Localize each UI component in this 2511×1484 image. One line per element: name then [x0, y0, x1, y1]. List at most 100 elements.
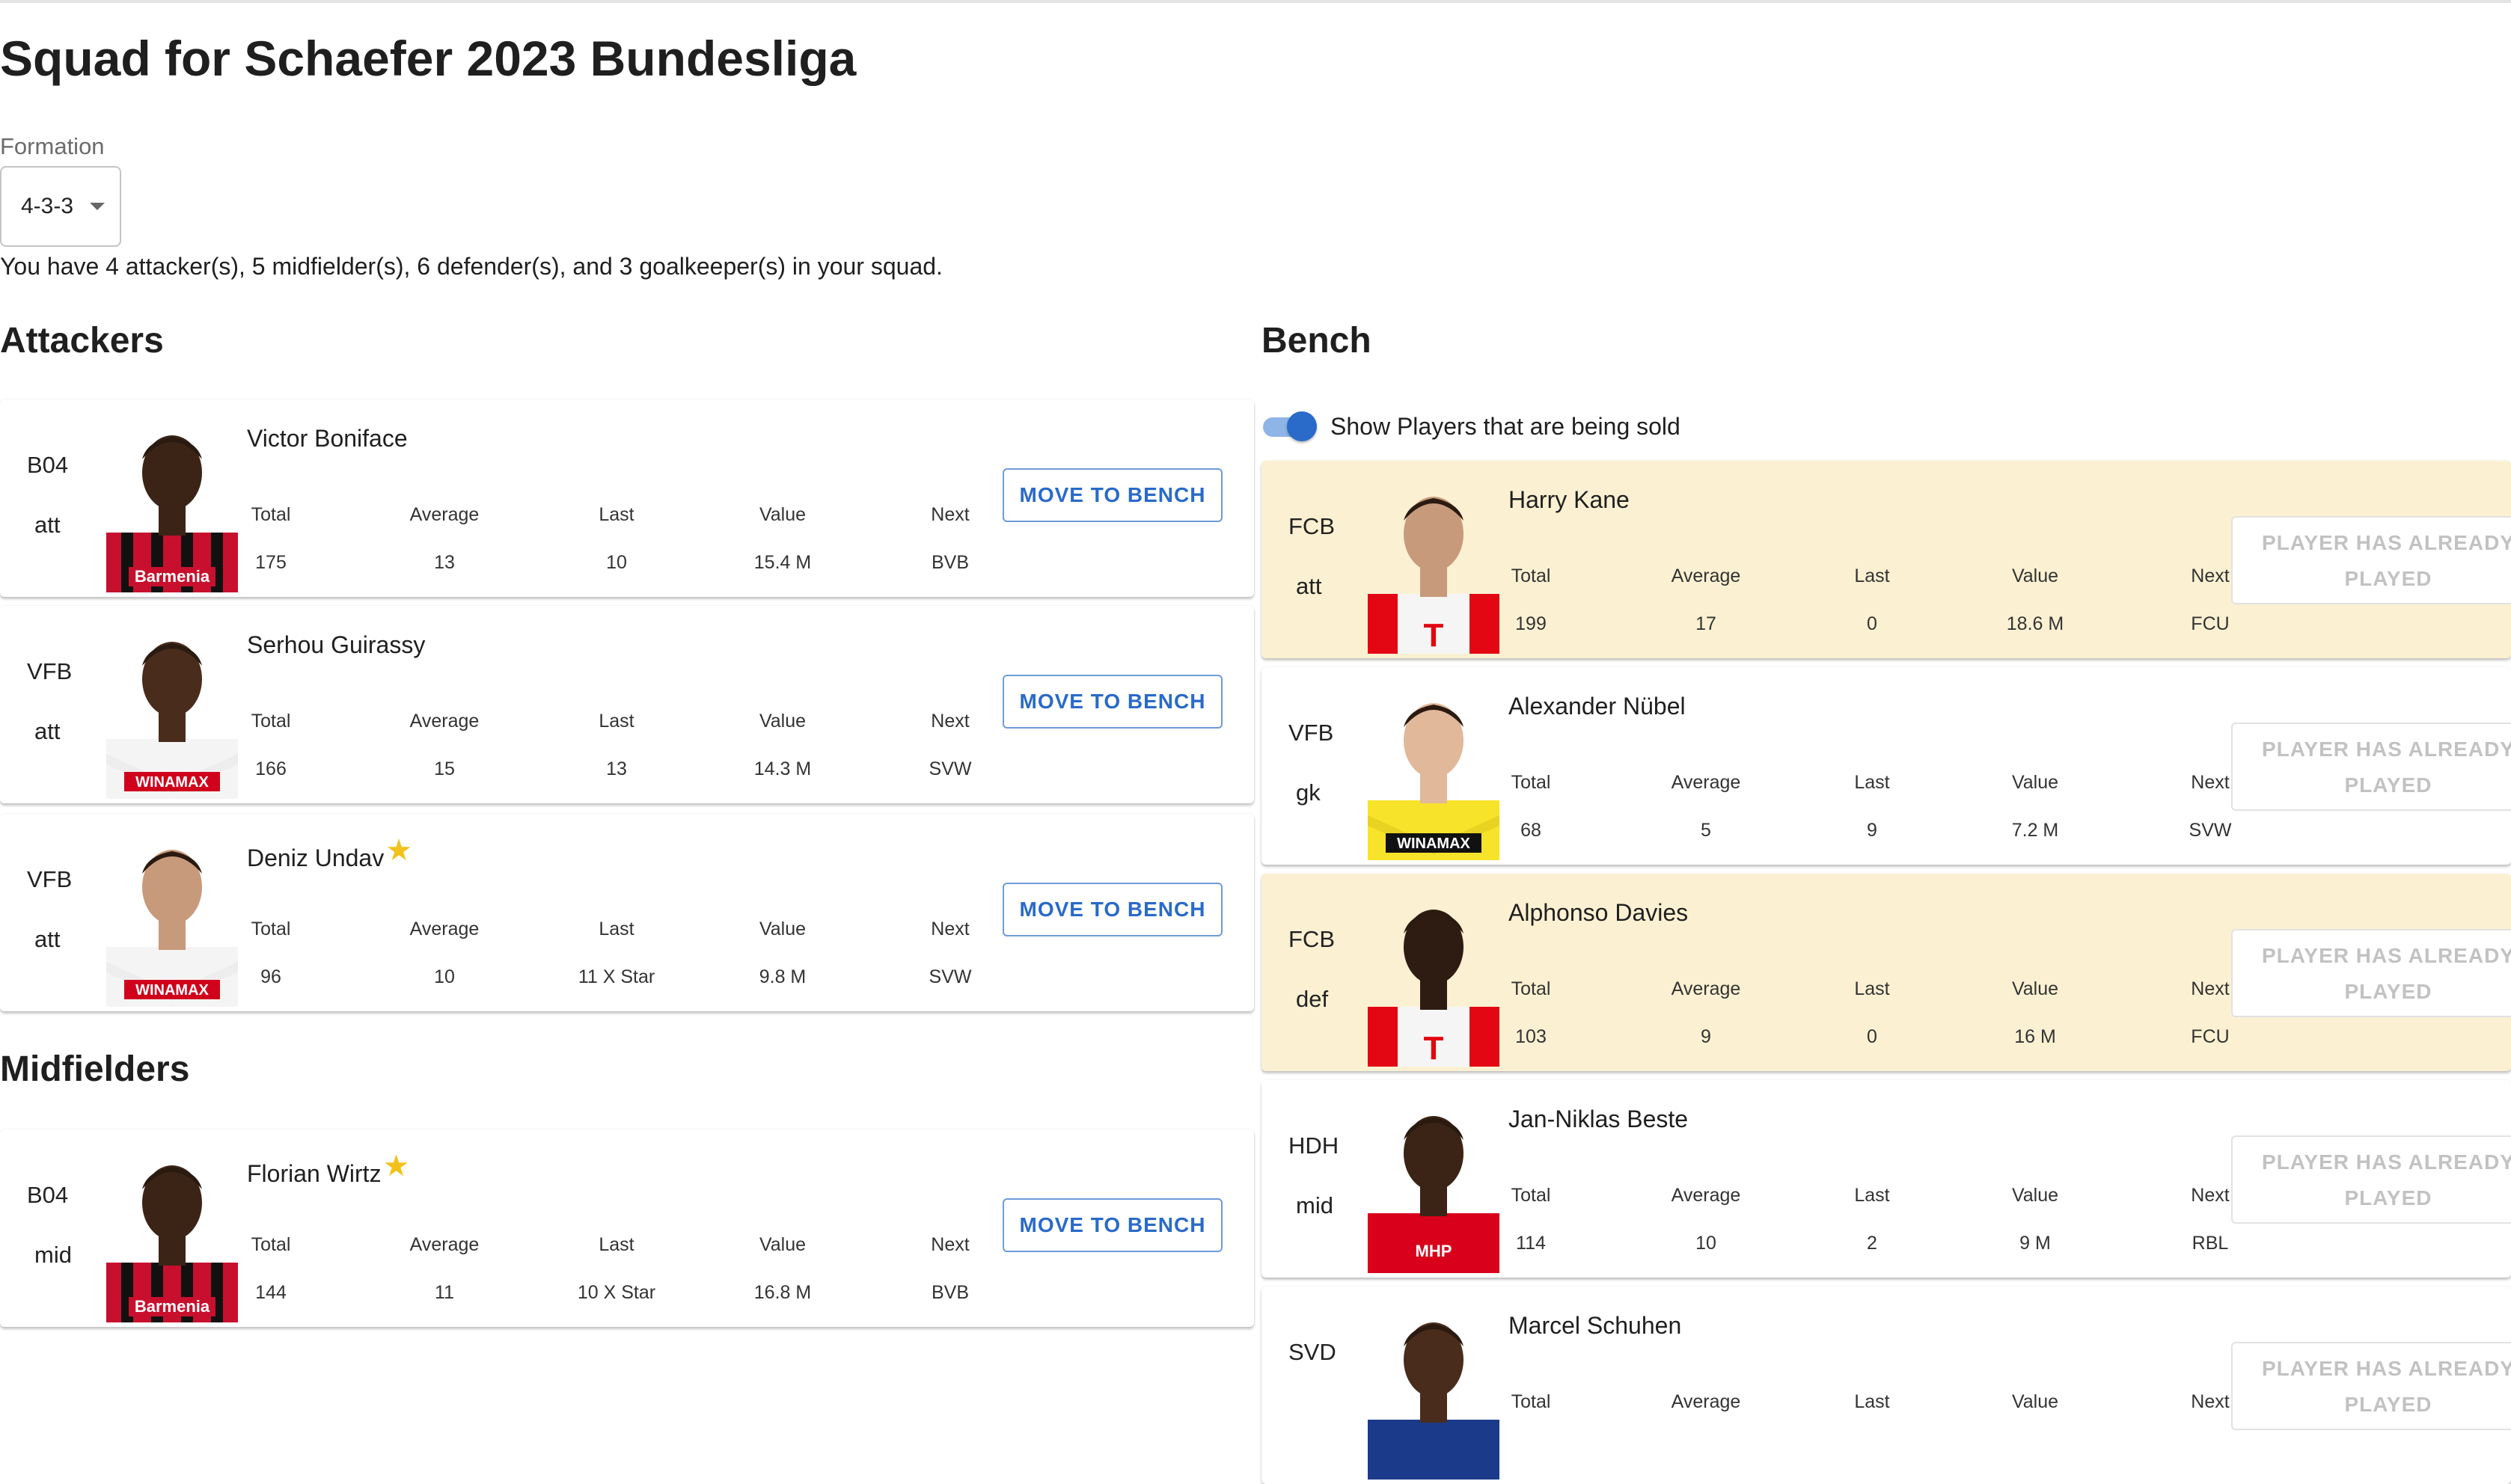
move-to-bench-button[interactable]: MOVE TO BENCH	[1003, 468, 1223, 522]
player-name: Serhou Guirassy	[247, 631, 426, 658]
bench-player-card: FCB att T Harry Kane Total 199 Average 17 Last 0 V…	[1261, 461, 2511, 658]
player-name-line[interactable]: Florian Wirtz★	[247, 1150, 409, 1189]
formation-select[interactable]: 4-3-3	[0, 166, 121, 247]
stat-label-next: Next	[2191, 1185, 2230, 1206]
stat-label-last: Last	[599, 1234, 634, 1255]
stat-value-total: 175	[255, 552, 287, 573]
stat-label-value: Value	[2011, 978, 2059, 999]
club-code: FCB	[1288, 513, 1335, 539]
show-sold-toggle[interactable]	[1261, 411, 1318, 441]
stat-label-next: Next	[931, 504, 970, 525]
player-photo: T	[1368, 482, 1499, 654]
move-to-bench-button[interactable]: MOVE TO BENCH	[1003, 1198, 1223, 1252]
stat-value-last: 10	[606, 552, 627, 573]
move-to-bench-button[interactable]: MOVE TO BENCH	[1003, 675, 1223, 729]
player-name-line[interactable]: Victor Boniface	[247, 425, 408, 453]
position-code: att	[34, 926, 61, 952]
player-name-line[interactable]: Jan-Niklas Beste	[1508, 1106, 1688, 1133]
stat-value-last: 0	[1867, 1026, 1877, 1047]
stat-label-average: Average	[1671, 1185, 1741, 1206]
stat-value-total: 114	[1516, 1233, 1546, 1254]
stat-value-average: 10	[434, 966, 455, 987]
squad-player-card: VFB att WINAMAX Serhou Guirassy Total 166 Aver…	[0, 606, 1254, 803]
stat-value-value: 7.2 M	[2011, 820, 2059, 841]
stat-label-next: Next	[2191, 1391, 2230, 1412]
club-code: SVD	[1288, 1339, 1336, 1365]
bench-heading: Bench	[1261, 321, 1371, 361]
stat-value-value: 16.8 M	[753, 1282, 812, 1303]
stat-label-value: Value	[759, 919, 807, 939]
position-code: att	[34, 718, 61, 744]
svg-text:Barmenia: Barmenia	[135, 567, 210, 586]
player-name-line[interactable]: Deniz Undav★	[247, 834, 412, 874]
stat-label-average: Average	[1671, 565, 1741, 586]
position-code: mid	[1296, 1192, 1333, 1218]
player-already-played-button: PLAYER HAS ALREADY PLAYED	[2231, 723, 2511, 811]
stat-label-total: Total	[1511, 565, 1551, 586]
player-name-line[interactable]: Serhou Guirassy	[247, 631, 425, 659]
player-name: Jan-Niklas Beste	[1508, 1106, 1689, 1132]
stat-label-value: Value	[2011, 1391, 2059, 1412]
club-code: VFB	[27, 658, 73, 684]
stat-label-total: Total	[1511, 772, 1551, 793]
position-code: att	[34, 512, 61, 538]
club-code: VFB	[27, 866, 73, 892]
played-label-line2: PLAYED	[2344, 567, 2432, 590]
stat-value-average: 9	[1701, 1026, 1711, 1047]
stat-label-total: Total	[251, 1234, 291, 1255]
move-to-bench-button[interactable]: MOVE TO BENCH	[1003, 883, 1223, 936]
svg-text:T: T	[1424, 1030, 1444, 1067]
stat-label-last: Last	[599, 711, 634, 732]
stat-value-next: BVB	[931, 552, 970, 573]
stat-label-next: Next	[2191, 772, 2230, 793]
caret-down-icon	[90, 203, 105, 210]
bench-player-card: FCB def T Alphonso Davies Total 103 Average 9 La…	[1261, 874, 2511, 1071]
player-name-line[interactable]: Harry Kane	[1508, 486, 1630, 514]
player-photo	[1368, 1307, 1499, 1480]
stat-label-value: Value	[2011, 772, 2059, 793]
attackers-heading: Attackers	[0, 321, 164, 361]
stat-value-next: SVW	[929, 966, 972, 987]
stat-value-total: 96	[260, 966, 281, 987]
stat-value-value: 9.8 M	[759, 966, 807, 987]
player-photo: WINAMAX	[1368, 688, 1499, 860]
player-name-line[interactable]: Marcel Schuhen	[1508, 1312, 1681, 1340]
stat-value-last: 13	[606, 758, 627, 779]
player-already-played-button: PLAYER HAS ALREADY PLAYED	[2231, 1135, 2511, 1224]
player-photo: Barmenia	[106, 1150, 238, 1322]
stat-label-next: Next	[2191, 565, 2230, 586]
stat-value-average: 13	[434, 552, 455, 573]
stat-value-value: 9 M	[2019, 1233, 2051, 1254]
played-label-line2: PLAYED	[2344, 773, 2432, 797]
stat-value-average: 11	[435, 1282, 454, 1303]
player-name-line[interactable]: Alphonso Davies	[1508, 899, 1688, 927]
played-label-line1: PLAYER HAS ALREADY	[2262, 1357, 2511, 1380]
stat-label-average: Average	[409, 1234, 480, 1255]
formation-label: Formation	[0, 133, 105, 159]
stat-value-last: 11 X Star	[578, 966, 655, 987]
stat-value-total: 199	[1515, 613, 1547, 634]
player-name: Alexander Nübel	[1508, 693, 1686, 720]
player-name-line[interactable]: Alexander Nübel	[1508, 693, 1686, 720]
player-photo: MHP	[1368, 1101, 1499, 1273]
stat-value-value: 18.6 M	[2006, 613, 2064, 634]
played-label-line1: PLAYER HAS ALREADY	[2262, 944, 2511, 967]
midfielders-heading: Midfielders	[0, 1049, 190, 1089]
stat-value-value: 16 M	[2014, 1026, 2056, 1047]
stat-label-value: Value	[2011, 565, 2059, 586]
stat-label-total: Total	[251, 504, 291, 525]
stat-value-value: 15.4 M	[753, 552, 812, 573]
stat-label-last: Last	[1854, 772, 1890, 793]
stat-value-average: 17	[1695, 613, 1716, 634]
star-icon: ★	[382, 1150, 410, 1183]
played-label-line1: PLAYER HAS ALREADY	[2262, 531, 2511, 554]
bench-player-card: SVD Marcel Schuhen Total Average Last Value Ne…	[1261, 1287, 2511, 1484]
played-label-line2: PLAYED	[2344, 1393, 2432, 1416]
svg-text:WINAMAX: WINAMAX	[135, 774, 209, 791]
stat-value-next: SVW	[929, 758, 972, 779]
svg-text:MHP: MHP	[1416, 1242, 1452, 1260]
stat-label-average: Average	[1671, 978, 1741, 999]
stat-label-last: Last	[1854, 565, 1890, 586]
stat-label-total: Total	[1511, 1391, 1551, 1412]
player-photo: T	[1368, 895, 1499, 1067]
